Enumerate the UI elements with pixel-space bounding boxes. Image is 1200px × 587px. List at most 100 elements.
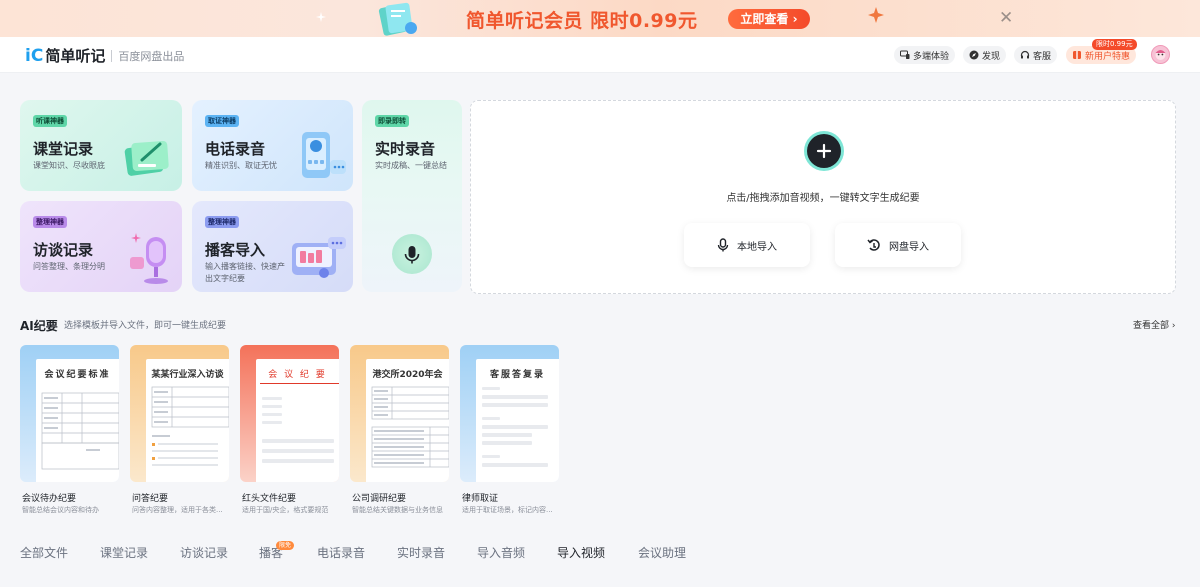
feature-title: 实时录音 xyxy=(375,140,436,158)
tab-class-record[interactable]: 课堂记录 xyxy=(100,544,148,561)
feature-title: 课堂记录 xyxy=(33,140,94,158)
app-name: 简单听记 xyxy=(45,47,106,65)
feature-card-podcast-import[interactable]: 整理神器 播客导入 输入播客链接、快速产出文字纪要 xyxy=(192,201,353,292)
template-name: 问答纪要 xyxy=(132,494,169,504)
template-thumbnail: 会 议 纪 要 xyxy=(240,345,339,482)
feature-tag: 整理神器 xyxy=(205,216,239,228)
paper-title: 某某行业深入访谈 xyxy=(151,370,224,380)
table-lines-icon xyxy=(151,386,229,466)
discover-icon xyxy=(969,50,979,60)
new-user-offer-label: 新用户特惠 xyxy=(1085,51,1131,62)
section-title: AI纪要 xyxy=(20,319,58,333)
podcast-icon xyxy=(292,237,346,278)
template-desc: 适用于取证场景，标记内容... xyxy=(462,506,553,514)
discover-label: 发现 xyxy=(982,51,1001,62)
feature-card-phone-record[interactable]: 取证神器 电话录音 精准识别、取证无忧 xyxy=(192,100,353,191)
feature-card-realtime-record[interactable]: 即录即转 实时录音 实时成稿、一键总结 xyxy=(362,100,462,292)
paper-title: 会 议 纪 要 xyxy=(268,370,327,380)
user-avatar[interactable] xyxy=(1151,45,1170,64)
tab-all-files[interactable]: 全部文件 xyxy=(20,544,68,561)
template-name: 律师取证 xyxy=(462,494,499,504)
feature-title: 访谈记录 xyxy=(33,241,94,259)
template-name: 公司调研纪要 xyxy=(352,494,407,504)
template-thumbnail: 客服答复录 xyxy=(460,345,559,482)
paper-title: 会议纪要标准 xyxy=(44,370,111,380)
template-paper: 客服答复录 xyxy=(476,359,559,482)
feature-tag: 即录即转 xyxy=(375,115,409,127)
promo-banner[interactable]: 简单听记会员 限时0.99元 立即查看 › ✕ xyxy=(0,0,1200,37)
file-category-tabs: 全部文件 课堂记录 访谈记录 播客 电话录音 实时录音 导入音频 导入视频 会议… xyxy=(0,532,1200,574)
add-file-button[interactable] xyxy=(807,134,841,168)
headset-icon xyxy=(1020,50,1030,59)
feature-card-interview-record[interactable]: 整理神器 访谈记录 问答整理、条理分明 xyxy=(20,201,182,292)
customer-service-button[interactable]: 客服 xyxy=(1014,46,1058,64)
cloud-disk-icon xyxy=(867,239,880,251)
table-lines-icon xyxy=(41,392,119,470)
star-icon xyxy=(868,7,884,23)
multi-device-button[interactable]: 多端体验 xyxy=(894,46,956,64)
upload-dropzone[interactable]: 点击/拖拽添加音视频，一键转文字生成纪要 本地导入 网盘导入 xyxy=(470,100,1176,294)
avatar-face-icon xyxy=(1155,50,1166,60)
app-subtitle: 百度网盘出品 xyxy=(118,49,185,63)
cloud-import-label: 网盘导入 xyxy=(889,241,929,253)
view-now-label: 立即查看 xyxy=(740,12,789,26)
template-paper: 会议纪要标准 xyxy=(36,359,119,482)
tab-badge: 限免 xyxy=(276,541,295,550)
upload-hint: 点击/拖拽添加音视频，一键转文字生成纪要 xyxy=(726,193,920,204)
notebook-illustration-icon xyxy=(378,2,417,36)
table-lines-icon xyxy=(371,386,449,468)
promo-text: 简单听记会员 限时0.99元 xyxy=(466,10,698,32)
tab-realtime-record[interactable]: 实时录音 xyxy=(397,544,445,561)
template-desc: 智能总结会议内容和待办 xyxy=(22,506,99,514)
feature-desc: 问答整理、条理分明 xyxy=(33,262,105,271)
template-name: 会议待办纪要 xyxy=(22,494,77,504)
devices-icon xyxy=(900,50,910,59)
tab-phone-record[interactable]: 电话录音 xyxy=(317,544,365,561)
feature-title: 电话录音 xyxy=(205,140,266,158)
phone-icon xyxy=(302,132,346,178)
tab-meeting-assistant[interactable]: 会议助理 xyxy=(638,544,686,561)
sparkle-icon xyxy=(316,12,326,22)
template-thumbnail: 某某行业深入访谈 xyxy=(130,345,229,482)
feature-desc: 输入播客链接、快速产出文字纪要 xyxy=(205,262,285,283)
template-desc: 智能总结关键数据与业务信息 xyxy=(352,506,443,514)
local-import-label: 本地导入 xyxy=(737,241,777,253)
red-divider xyxy=(260,383,339,384)
app-logo[interactable]: iC 简单听记 百度网盘出品 xyxy=(25,45,184,66)
mic-stand-icon xyxy=(130,233,168,284)
promo-price-badge: 限时0.99元 xyxy=(1092,39,1137,50)
template-desc: 问答内容整理，适用于各类... xyxy=(132,506,223,514)
cloud-import-button[interactable]: 网盘导入 xyxy=(835,223,961,267)
plus-icon xyxy=(816,143,832,159)
feature-title: 播客导入 xyxy=(205,241,266,259)
multi-device-label: 多端体验 xyxy=(913,51,950,62)
view-all-link[interactable]: 查看全部 › xyxy=(1133,318,1175,331)
tab-import-audio[interactable]: 导入音频 xyxy=(477,544,525,561)
feature-tag: 整理神器 xyxy=(33,216,67,228)
divider xyxy=(111,49,113,62)
template-thumbnail: 港交所2020年会 xyxy=(350,345,449,482)
template-paper: 港交所2020年会 xyxy=(366,359,449,482)
local-import-button[interactable]: 本地导入 xyxy=(684,223,810,267)
close-icon[interactable]: ✕ xyxy=(999,8,1013,28)
feature-tag: 取证神器 xyxy=(205,115,239,127)
discover-button[interactable]: 发现 xyxy=(963,46,1007,64)
notebook-icon xyxy=(124,141,169,176)
customer-service-label: 客服 xyxy=(1033,51,1052,62)
top-header: iC 简单听记 百度网盘出品 多端体验 发现 客服 新用户特惠 限时0.99元 xyxy=(0,37,1200,73)
feature-desc: 实时成稿、一键总结 xyxy=(375,161,447,170)
tab-interview-record[interactable]: 访谈记录 xyxy=(180,544,228,561)
template-paper: 会 议 纪 要 xyxy=(256,359,339,482)
feature-card-class-record[interactable]: 听课神器 课堂记录 课堂知识、尽收眼底 xyxy=(20,100,182,191)
template-desc: 适用于国/央企，格式要规范 xyxy=(242,506,329,514)
tab-import-video[interactable]: 导入视频 xyxy=(557,544,605,561)
template-name: 红头文件纪要 xyxy=(242,494,297,504)
record-button[interactable] xyxy=(392,234,432,274)
section-subtitle: 选择模板并导入文件，即可一键生成纪要 xyxy=(64,321,227,331)
gift-icon xyxy=(1073,51,1081,59)
view-now-button[interactable]: 立即查看 › xyxy=(728,9,810,29)
feature-tag: 听课神器 xyxy=(33,115,67,127)
microphone-icon xyxy=(404,246,420,264)
feature-desc: 精准识别、取证无忧 xyxy=(205,161,277,170)
microphone-icon xyxy=(717,238,729,252)
